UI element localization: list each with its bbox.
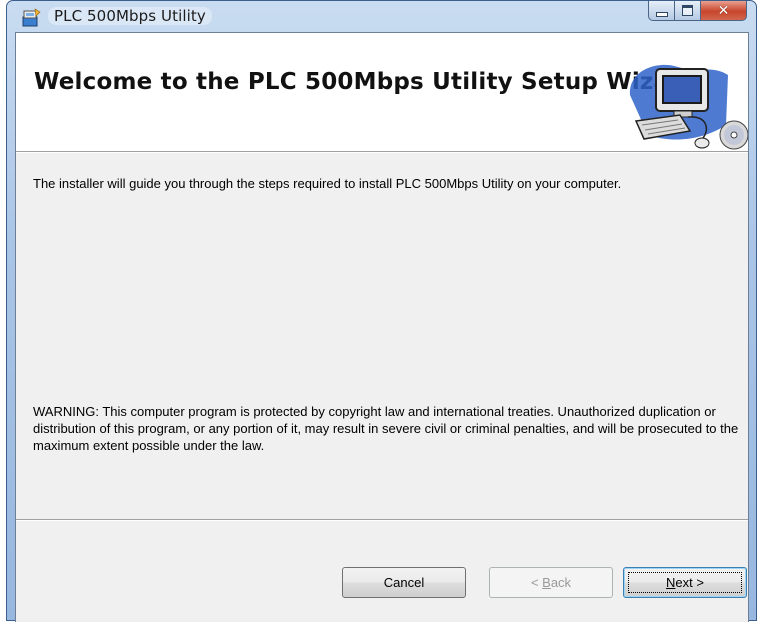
maximize-button[interactable]	[675, 1, 701, 21]
close-icon: ✕	[717, 2, 730, 19]
installer-icon	[22, 8, 41, 27]
minimize-icon	[655, 11, 668, 17]
cancel-button[interactable]: Cancel	[342, 567, 466, 598]
wizard-title: Welcome to the PLC 500Mbps Utility Setup…	[34, 69, 698, 95]
installer-window: PLC 500Mbps Utility ✕ Welcome to the PLC…	[6, 0, 757, 622]
wizard-header: Welcome to the PLC 500Mbps Utility Setup…	[16, 33, 748, 153]
copyright-warning: WARNING: This computer program is protec…	[33, 404, 739, 453]
focus-rectangle	[628, 572, 742, 593]
next-button[interactable]: Next >	[623, 567, 747, 598]
close-button[interactable]: ✕	[701, 1, 747, 21]
caption-buttons: ✕	[648, 1, 747, 22]
minimize-button[interactable]	[648, 1, 675, 21]
cancel-label: Cancel	[383, 575, 425, 590]
maximize-icon	[682, 5, 693, 16]
button-separator	[16, 519, 748, 521]
computer-setup-icon	[629, 64, 748, 150]
back-label: < Back	[530, 575, 572, 590]
back-button[interactable]: < Back	[489, 567, 613, 598]
window-title: PLC 500Mbps Utility	[48, 7, 212, 25]
intro-text: The installer will guide you through the…	[33, 176, 622, 191]
title-bar[interactable]: PLC 500Mbps Utility ✕	[7, 1, 756, 32]
wizard-client-area: Welcome to the PLC 500Mbps Utility Setup…	[15, 32, 749, 622]
